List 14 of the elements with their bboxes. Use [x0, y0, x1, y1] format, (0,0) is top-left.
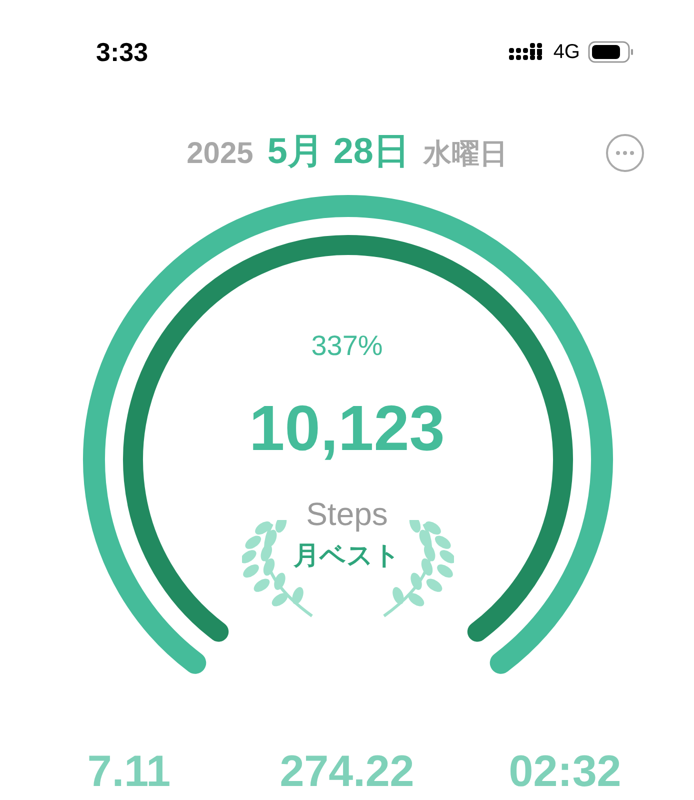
monthly-best-label: 月ベスト	[294, 542, 400, 568]
stat-value: 7.11	[87, 750, 171, 794]
stat-value: 274.22	[280, 750, 414, 794]
more-button[interactable]	[606, 134, 644, 172]
unit-label: Steps	[306, 498, 388, 530]
percent-label: 337%	[311, 332, 383, 360]
step-count: 10,123	[249, 396, 445, 460]
status-time: 3:33	[96, 36, 148, 68]
date-label: 5月 28日	[267, 129, 410, 173]
stat-value: 02:32	[508, 750, 622, 794]
battery-icon	[588, 40, 634, 64]
network-label: 4G	[553, 40, 580, 65]
weekday-label: 水曜日	[423, 137, 508, 171]
year-label: 2025	[186, 136, 254, 172]
